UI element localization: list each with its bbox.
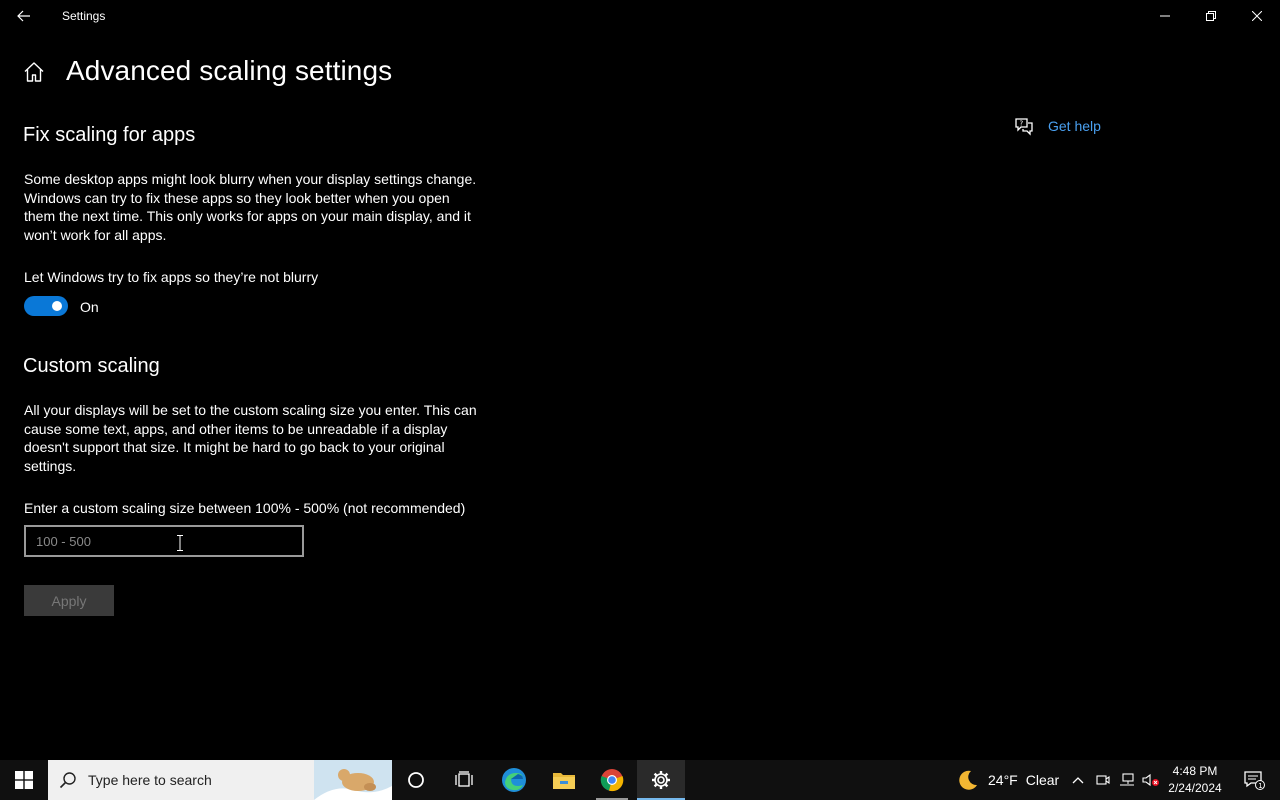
back-arrow-icon [17, 10, 30, 22]
clock-date: 2/24/2024 [1168, 781, 1222, 795]
windows-logo-icon [15, 771, 33, 789]
volume-button[interactable] [1139, 760, 1163, 800]
restore-icon [1206, 11, 1216, 21]
task-view-button[interactable] [440, 760, 488, 800]
edge-taskbar-button[interactable] [490, 760, 538, 800]
chrome-taskbar-button[interactable] [588, 760, 636, 800]
minimize-icon [1160, 15, 1170, 17]
window-title: Settings [62, 9, 106, 23]
taskbar: Type here to search 24°F Clear 4:48 PM 2… [0, 760, 1280, 800]
get-help-link[interactable]: ? Get help [1014, 116, 1101, 136]
task-view-icon [455, 771, 473, 787]
custom-scaling-description: All your displays will be set to the cus… [24, 402, 477, 474]
search-placeholder: Type here to search [88, 772, 212, 788]
notification-icon: 1 [1244, 771, 1265, 790]
page-title: Advanced scaling settings [66, 55, 393, 86]
close-button[interactable] [1234, 0, 1280, 32]
show-hidden-icons-button[interactable] [1066, 760, 1090, 800]
toggle-state-text: On [80, 299, 99, 315]
action-center-button[interactable]: 1 [1234, 760, 1274, 800]
fix-scaling-toggle-label: Let Windows try to fix apps so they’re n… [24, 269, 319, 285]
chrome-icon [600, 769, 624, 792]
edge-icon [502, 768, 526, 792]
back-button[interactable] [8, 4, 40, 28]
title-bar: Settings [0, 0, 1280, 32]
home-button[interactable] [22, 60, 46, 84]
weather-temperature: 24°F [988, 772, 1018, 788]
network-button[interactable] [1115, 760, 1139, 800]
home-icon [24, 62, 44, 82]
chevron-up-icon [1072, 777, 1084, 784]
search-icon [59, 772, 76, 789]
custom-scaling-input-label: Enter a custom scaling size between 100%… [24, 500, 466, 516]
fix-apps-toggle[interactable] [24, 296, 68, 316]
speaker-muted-icon [1142, 773, 1159, 787]
taskbar-search[interactable]: Type here to search [48, 760, 392, 800]
search-highlight-image [314, 760, 392, 800]
toggle-knob [52, 301, 62, 311]
folder-icon [553, 773, 575, 789]
meet-now-button[interactable] [1091, 760, 1115, 800]
chat-help-icon: ? [1015, 118, 1033, 136]
custom-scaling-heading: Custom scaling [23, 355, 160, 377]
file-explorer-button[interactable] [540, 760, 588, 800]
text-cursor-icon [177, 535, 183, 551]
gear-icon [652, 771, 670, 789]
meet-now-icon [1096, 775, 1110, 785]
start-button[interactable] [0, 760, 48, 800]
settings-taskbar-button[interactable] [637, 760, 685, 800]
notification-count: 1 [1258, 782, 1262, 790]
cortana-circle-icon [408, 772, 424, 788]
network-icon [1120, 773, 1134, 786]
fix-scaling-description: Some desktop apps might look blurry when… [24, 171, 477, 243]
weather-condition: Clear [1025, 772, 1060, 788]
get-help-text: Get help [1048, 118, 1101, 134]
svg-text:?: ? [1020, 120, 1024, 128]
moon-icon [959, 770, 977, 790]
fix-scaling-heading: Fix scaling for apps [23, 124, 196, 146]
minimize-button[interactable] [1142, 0, 1188, 32]
custom-scaling-input[interactable] [24, 525, 304, 557]
cortana-button[interactable] [392, 760, 440, 800]
close-icon [1252, 11, 1262, 21]
system-clock[interactable]: 4:48 PM 2/24/2024 [1164, 763, 1226, 797]
apply-button[interactable]: Apply [24, 585, 114, 616]
weather-widget[interactable]: 24°F Clear [956, 760, 1059, 800]
restore-button[interactable] [1188, 0, 1234, 32]
clock-time: 4:48 PM [1172, 764, 1218, 778]
